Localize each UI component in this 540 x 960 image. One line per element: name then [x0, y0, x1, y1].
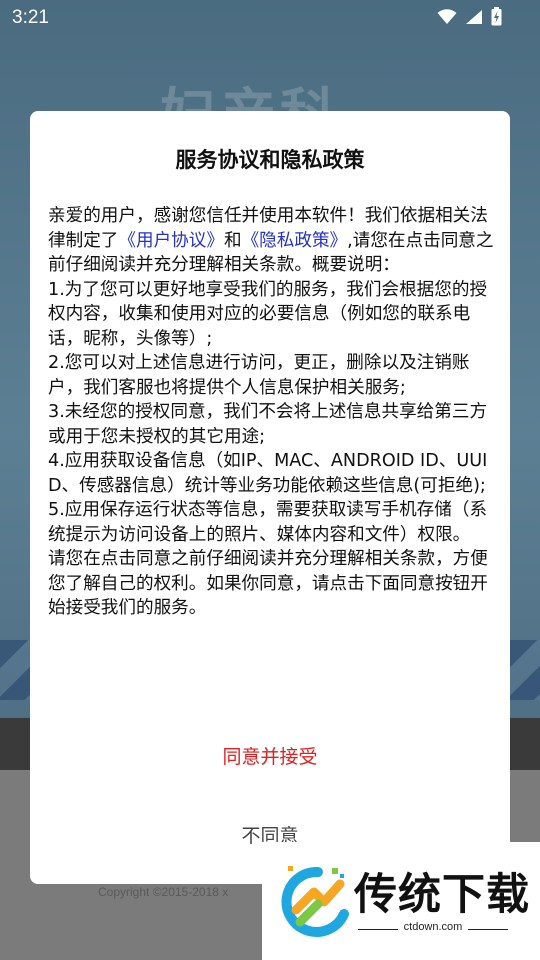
watermark-url: ctdown.com — [403, 921, 463, 933]
summary-item-1: 1.为了您可以更好地享受我们的服务，我们会根据您的授权内容，收集和使用对应的必要… — [48, 279, 488, 349]
agree-button[interactable]: 同意并接受 — [30, 737, 510, 777]
status-icons — [437, 7, 502, 26]
summary-item-4: 4.应用获取设备信息（如IP、MAC、ANDROID ID、UUID、传感器信息… — [48, 451, 488, 496]
summary-item-5: 5.应用保存运行状态等信息，需要获取读写手机存储（系统提示为访问设备上的照片、媒… — [48, 500, 488, 545]
privacy-policy-link[interactable]: 《隐私政策》 — [242, 231, 348, 251]
user-agreement-link[interactable]: 《用户协议》 — [118, 231, 224, 251]
closing-text: 请您在点击同意之前仔细阅读并充分理解相关条款，方便您了解自己的权利。如果你同意，… — [48, 549, 488, 618]
status-bar: 3:21 — [0, 0, 540, 36]
wifi-icon — [437, 8, 457, 25]
summary-item-3: 3.未经您的授权同意，我们不会将上述信息共享给第三方或用于您未授权的其它用途; — [48, 402, 488, 447]
battery-icon — [491, 7, 502, 26]
summary-item-2: 2.您可以对上述信息进行访问，更正，删除以及注销账户，我们客服也将提供个人信息保… — [48, 353, 470, 398]
and-text: 和 — [223, 230, 242, 251]
privacy-dialog: 服务协议和隐私政策 亲爱的用户，感谢您信任并使用本软件！我们依据相关法律制定了《… — [30, 111, 510, 884]
watermark: 传统下载 ctdown.com — [262, 842, 540, 960]
dialog-body: 亲爱的用户，感谢您信任并使用本软件！我们依据相关法律制定了《用户协议》和《隐私政… — [48, 204, 494, 621]
logo-icon — [274, 864, 350, 944]
watermark-divider-right — [468, 929, 508, 930]
dialog-title: 服务协议和隐私政策 — [175, 148, 365, 172]
status-time: 3:21 — [12, 7, 49, 28]
signal-icon — [465, 9, 483, 25]
background-copyright: Copyright ©2015-2018 x — [98, 885, 229, 899]
watermark-brand: 传统下载 — [354, 870, 530, 920]
